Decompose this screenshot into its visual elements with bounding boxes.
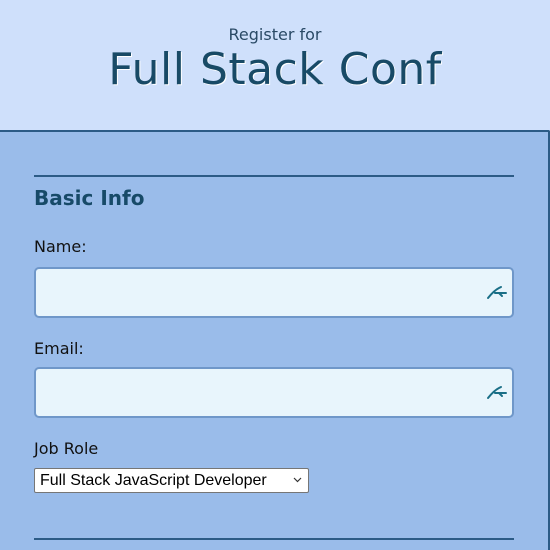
page-title: Full Stack Conf — [108, 44, 442, 95]
chevron-down-icon — [293, 477, 302, 483]
email-input[interactable] — [44, 377, 484, 407]
section-divider — [34, 538, 514, 540]
name-label: Name: — [34, 237, 87, 256]
job-role-label: Job Role — [34, 439, 99, 458]
section-title: Basic Info — [34, 186, 145, 210]
email-field[interactable] — [34, 367, 514, 418]
header-pretitle: Register for — [228, 25, 322, 44]
name-field[interactable] — [34, 267, 514, 318]
name-input[interactable] — [44, 277, 484, 307]
page-header: Register for Full Stack Conf — [0, 0, 550, 130]
job-role-selected-value: Full Stack JavaScript Developer — [40, 472, 267, 489]
fieldset-top-border — [34, 175, 514, 177]
autofill-key-icon[interactable] — [486, 385, 508, 401]
registration-form: Basic Info Name: Email: Job Role Full St… — [0, 130, 550, 550]
job-role-select[interactable]: Full Stack JavaScript Developer — [34, 468, 309, 493]
autofill-key-icon[interactable] — [486, 285, 508, 301]
email-label: Email: — [34, 339, 84, 358]
